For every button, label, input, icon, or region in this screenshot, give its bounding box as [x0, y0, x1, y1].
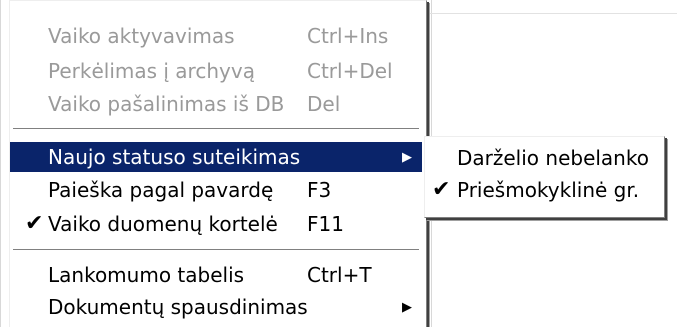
menu-item-label: Vaiko duomenų kortelė — [48, 212, 278, 236]
submenu-item-label: Priešmokyklinė gr. — [457, 178, 640, 202]
menu-item-label: Vaiko aktyvavimas — [48, 24, 235, 48]
menu-item-shortcut: F11 — [307, 212, 344, 236]
menu-item-label: Vaiko pašalinimas iš DB — [48, 92, 285, 116]
menu-item-print-documents[interactable]: Dokumentų spausdinimas ▶ — [10, 292, 422, 322]
menu-item-label: Dokumentų spausdinimas — [48, 295, 308, 319]
menu-item-attendance-sheet[interactable]: Lankomumo tabelis Ctrl+T — [10, 260, 422, 290]
menu-item-child-data-card[interactable]: ✔ Vaiko duomenų kortelė F11 — [10, 209, 422, 239]
menu-item-shortcut: F3 — [307, 178, 332, 202]
menu-separator — [13, 249, 419, 251]
window-top-edge — [430, 13, 677, 14]
status-submenu: Darželio nebelanko ✔ Priešmokyklinė gr. — [424, 136, 665, 218]
submenu-item-no-longer-attends[interactable]: Darželio nebelanko — [425, 143, 660, 173]
menu-item-shortcut: Ctrl+Del — [307, 59, 393, 83]
menu-separator — [13, 128, 419, 130]
submenu-item-label: Darželio nebelanko — [457, 146, 649, 170]
menu-item-activate-child[interactable]: Vaiko aktyvavimas Ctrl+Ins — [10, 21, 422, 51]
submenu-item-preschool-group[interactable]: ✔ Priešmokyklinė gr. — [425, 175, 660, 205]
context-menu: Vaiko aktyvavimas Ctrl+Ins Perkėlimas į … — [9, 0, 427, 327]
menu-item-new-status[interactable]: Naujo statuso suteikimas ▶ — [10, 142, 422, 172]
checkmark-icon: ✔ — [25, 211, 44, 236]
menu-item-move-to-archive[interactable]: Perkėlimas į archyvą Ctrl+Del — [10, 56, 422, 86]
menu-item-delete-from-db[interactable]: Vaiko pašalinimas iš DB Del — [10, 89, 422, 119]
submenu-arrow-icon: ▶ — [402, 150, 412, 165]
menu-item-label: Lankomumo tabelis — [48, 263, 245, 287]
menu-item-search-by-surname[interactable]: Paieška pagal pavardę F3 — [10, 175, 422, 205]
menu-item-label: Paieška pagal pavardę — [48, 178, 274, 202]
menu-item-shortcut: Del — [307, 92, 341, 116]
menu-item-label: Perkėlimas į archyvą — [48, 59, 255, 83]
checkmark-icon: ✔ — [432, 177, 451, 202]
submenu-arrow-icon: ▶ — [402, 300, 412, 315]
menu-item-shortcut: Ctrl+Ins — [307, 24, 389, 48]
menu-item-shortcut: Ctrl+T — [307, 263, 372, 287]
menu-item-label: Naujo statuso suteikimas — [48, 145, 301, 169]
screen: Vaiko aktyvavimas Ctrl+Ins Perkėlimas į … — [0, 0, 677, 327]
window-edge — [0, 0, 1, 327]
